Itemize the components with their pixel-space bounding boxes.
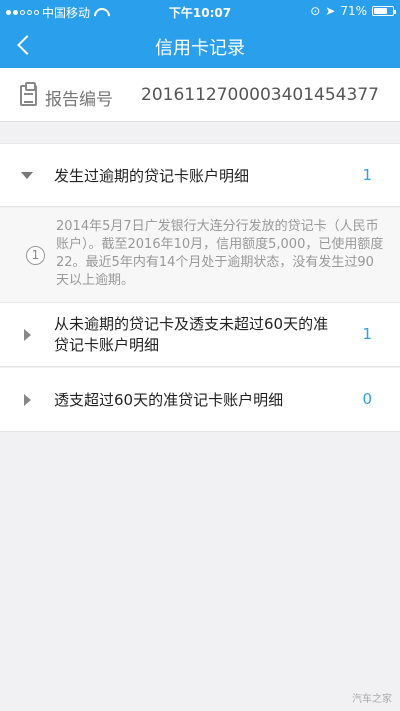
- report-number-label: 报告编号: [45, 90, 113, 110]
- section-title-line2: 贷记卡账户明细: [54, 336, 160, 354]
- section-title-line1: 从未逾期的贷记卡及透支未超过60天的准: [54, 315, 329, 333]
- detail-text: 2014年5月7日广发银行大连分行发放的贷记卡（人民币账户）。截至2016年10…: [56, 219, 384, 288]
- battery-fill: [374, 8, 387, 14]
- page-title: 信用卡记录: [155, 38, 245, 59]
- overdue-card-detail: 1 2014年5月7日广发银行大连分行发放的贷记卡（人民币账户）。截至2016年…: [0, 208, 400, 303]
- battery-percent: 71%: [340, 4, 367, 18]
- section-title: 透支超过60天的准贷记卡账户明细: [54, 391, 284, 409]
- section-title: 从未逾期的贷记卡及透支未超过60天的准 贷记卡账户明细: [54, 314, 328, 356]
- section-count: 1: [362, 166, 372, 184]
- clipboard-icon: [20, 82, 37, 106]
- circled-number-icon: 1: [26, 246, 45, 265]
- watermark: 汽车之家: [352, 694, 392, 705]
- triangle-right-icon[interactable]: [24, 329, 31, 341]
- section-never-overdue-cards[interactable]: 从未逾期的贷记卡及透支未超过60天的准 贷记卡账户明细 1: [0, 303, 400, 367]
- section-count: 0: [362, 390, 372, 408]
- section-overdue-cards[interactable]: 发生过逾期的贷记卡账户明细 1: [0, 143, 400, 207]
- report-number-value: 2016112700003401454377: [141, 85, 379, 105]
- section-count: 1: [362, 325, 372, 343]
- section-title: 发生过逾期的贷记卡账户明细: [54, 167, 250, 185]
- triangle-down-icon[interactable]: [21, 172, 33, 179]
- status-bar: 中国移动 下午10:07 ⊙ ➤ 71%: [0, 0, 400, 22]
- battery-icon: [372, 6, 396, 16]
- location-icon: ➤: [325, 4, 336, 18]
- report-number-row: 报告编号 2016112700003401454377: [0, 68, 400, 122]
- app-header: 中国移动 下午10:07 ⊙ ➤ 71% 信用卡记录: [0, 0, 400, 68]
- orientation-lock-icon: ⊙: [310, 4, 321, 18]
- section-overdraft-over-60[interactable]: 透支超过60天的准贷记卡账户明细 0: [0, 368, 400, 432]
- triangle-right-icon[interactable]: [24, 394, 31, 406]
- status-right: ⊙ ➤ 71%: [310, 4, 396, 18]
